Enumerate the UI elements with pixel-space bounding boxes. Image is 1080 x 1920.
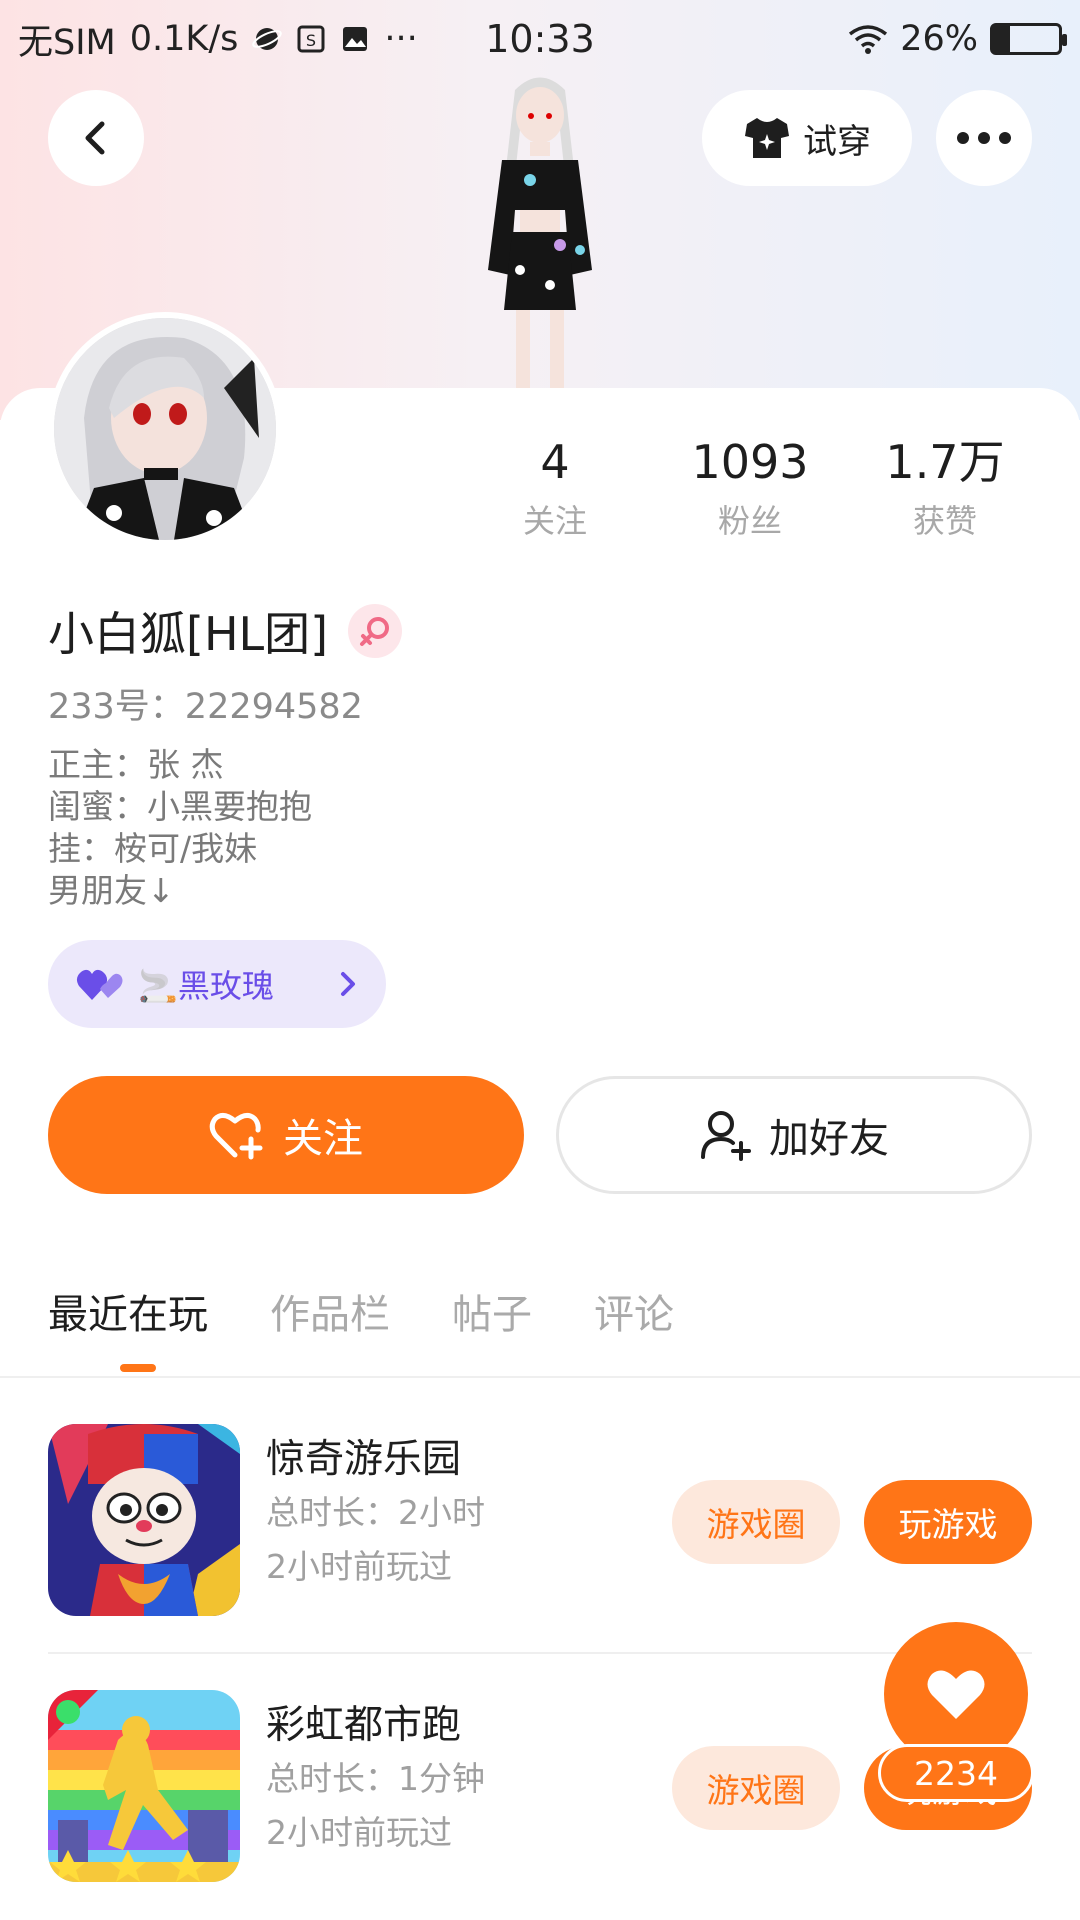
tag-label: 黑玫瑰	[177, 967, 274, 1005]
stat-label: 关注	[522, 502, 587, 540]
profile-tabs: 最近在玩 作品栏 帖子 评论	[48, 1282, 674, 1340]
stat-value: 1.7万	[885, 435, 1005, 489]
avatar-figure	[420, 70, 660, 400]
tab-comments[interactable]: 评论	[594, 1282, 674, 1340]
wifi-icon	[848, 24, 888, 54]
gallery-icon	[340, 24, 370, 54]
heart-plus-icon	[209, 1113, 263, 1160]
tab-recent-play[interactable]: 最近在玩	[48, 1282, 208, 1340]
tab-indicator	[120, 1364, 156, 1372]
name-row: 小白狐[HL团]	[48, 598, 403, 664]
game-duration: 总时长：2小时	[266, 1493, 485, 1532]
status-bar: 无SIM 0.1K/s S ··· 10:33 26%	[0, 0, 1080, 78]
play-game-button[interactable]: 玩游戏	[864, 1480, 1032, 1564]
profile-screen: 无SIM 0.1K/s S ··· 10:33 26% 试穿 4 关注 1093…	[0, 0, 1080, 1920]
follow-button[interactable]: 关注	[48, 1076, 524, 1194]
tab-works[interactable]: 作品栏	[270, 1282, 390, 1340]
tag-text: 🚬黑玫瑰	[138, 961, 324, 1007]
bio-line: 挂：桉可/我妹	[48, 829, 258, 868]
more-button[interactable]	[936, 90, 1032, 186]
like-count: 2234	[878, 1744, 1034, 1802]
game-info: 彩虹都市跑 总时长：1分钟 2小时前玩过	[266, 1700, 485, 1860]
carrier-text: 无SIM	[18, 22, 116, 63]
double-heart-icon	[76, 969, 123, 1000]
more-status-icon: ···	[384, 19, 418, 59]
bio-line: 正主：张 杰	[48, 745, 224, 784]
game-item[interactable]: 惊奇游乐园 总时长：2小时 2小时前玩过 游戏圈 玩游戏	[48, 1424, 1032, 1618]
game-icon[interactable]	[48, 1424, 240, 1616]
planet-icon	[252, 24, 283, 54]
game-title: 彩虹都市跑	[266, 1703, 462, 1748]
try-on-button[interactable]: 试穿	[702, 90, 912, 186]
heart-icon	[927, 1670, 985, 1719]
stat-label: 粉丝	[717, 502, 782, 540]
game-circle-button[interactable]: 游戏圈	[672, 1480, 840, 1564]
back-button[interactable]	[48, 90, 144, 186]
stat-value: 1093	[691, 435, 809, 489]
profile-avatar[interactable]	[48, 312, 282, 546]
game-duration: 总时长：1分钟	[266, 1759, 485, 1798]
battery-icon	[990, 23, 1067, 55]
bio-line: 闺蜜：小黑要抱抱	[48, 787, 312, 826]
net-speed-text: 0.1K/s	[129, 19, 239, 59]
battery-level	[993, 26, 1011, 52]
row-divider	[48, 1652, 1032, 1654]
stats-row: 4 关注 1093 粉丝 1.7万 获赞	[470, 432, 1030, 542]
tab-divider	[0, 1376, 1080, 1378]
user-id: 233号：22294582	[48, 687, 363, 727]
stat-label: 获赞	[912, 502, 977, 540]
more-dots-icon	[957, 132, 1011, 144]
add-friend-label: 加好友	[769, 1116, 889, 1162]
stat-likes[interactable]: 1.7万 获赞	[860, 432, 1030, 542]
game-title: 惊奇游乐园	[266, 1437, 462, 1482]
chevron-left-icon	[85, 121, 105, 155]
battery-percent: 26%	[900, 19, 978, 59]
username: 小白狐[HL团]	[48, 607, 329, 661]
status-left: 无SIM 0.1K/s S ···	[18, 14, 418, 65]
stat-following[interactable]: 4 关注	[470, 432, 640, 542]
stat-value: 4	[540, 435, 570, 489]
female-icon	[348, 604, 403, 658]
tab-posts[interactable]: 帖子	[452, 1282, 532, 1340]
game-last-played: 2小时前玩过	[266, 1813, 452, 1852]
stat-fans[interactable]: 1093 粉丝	[665, 432, 835, 542]
try-on-label: 试穿	[803, 121, 871, 162]
cigarette-emoji: 🚬	[138, 967, 178, 1005]
storage-icon: S	[296, 24, 326, 54]
bio: 正主：张 杰 闺蜜：小黑要抱抱 挂：桉可/我妹 男朋友↓	[48, 744, 312, 912]
shirt-icon	[745, 118, 789, 158]
game-icon[interactable]	[48, 1690, 240, 1882]
game-info: 惊奇游乐园 总时长：2小时 2小时前玩过	[266, 1434, 485, 1594]
follow-label: 关注	[283, 1116, 363, 1162]
bio-line: 男朋友↓	[48, 871, 175, 910]
add-friend-button[interactable]: 加好友	[556, 1076, 1032, 1194]
add-user-icon	[701, 1111, 751, 1161]
game-last-played: 2小时前玩过	[266, 1547, 452, 1586]
status-right: 26%	[848, 19, 1067, 59]
svg-text:S: S	[306, 31, 316, 50]
relationship-tag[interactable]: 🚬黑玫瑰	[48, 940, 386, 1028]
game-circle-button[interactable]: 游戏圈	[672, 1746, 840, 1830]
chevron-right-icon	[341, 972, 355, 996]
